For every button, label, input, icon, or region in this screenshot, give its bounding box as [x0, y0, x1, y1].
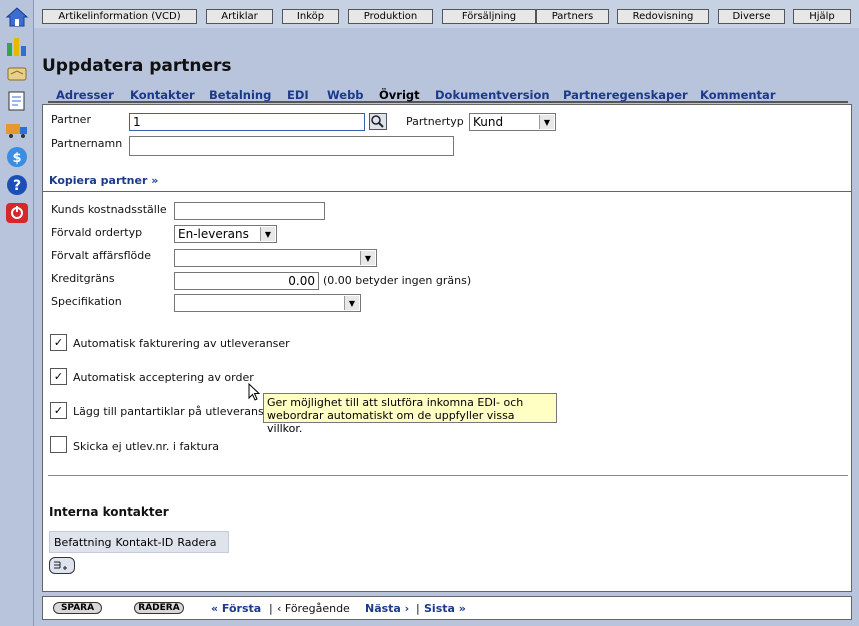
checkbox-label-auto-fakturering: Automatisk fakturering av utleveranser — [73, 337, 290, 350]
notes-icon[interactable] — [5, 90, 29, 112]
mouse-cursor-icon — [248, 382, 261, 401]
partnertyp-value: Kund — [473, 115, 504, 129]
checkbox-pantartiklar[interactable]: ✓ — [50, 402, 67, 419]
checkbox-auto-acceptering[interactable]: ✓ — [50, 368, 67, 385]
affarsflode-label: Förvalt affärsflöde — [51, 249, 152, 262]
truck-icon[interactable] — [5, 118, 29, 140]
affarsflode-select[interactable]: ▼ — [174, 249, 377, 267]
svg-text:$: $ — [12, 151, 21, 166]
tooltip-line-1: Ger möjlighet till att slutföra inkomna … — [267, 396, 524, 409]
interna-table-header: Befattning Kontakt-ID Radera — [49, 531, 229, 553]
footer-bar: SPARA RADERA « Första | ‹ Föregående Näs… — [42, 596, 852, 620]
page-title: Uppdatera partners — [42, 56, 232, 76]
chevron-down-icon: ▼ — [360, 251, 375, 265]
col-kontakt-id: Kontakt-ID — [115, 535, 174, 549]
tab-kontakter[interactable]: Kontakter — [130, 88, 195, 102]
nav-produktion[interactable]: Produktion — [348, 9, 433, 24]
tab-betalning[interactable]: Betalning — [209, 88, 271, 102]
kopiera-partner-link[interactable]: Kopiera partner » — [49, 174, 158, 187]
nav-inkop[interactable]: Inköp — [282, 9, 339, 24]
sista-link[interactable]: Sista » — [424, 602, 466, 615]
kostnadsstalle-input[interactable] — [174, 202, 325, 220]
divider — [48, 475, 848, 476]
nav-artiklar[interactable]: Artiklar — [206, 9, 273, 24]
tooltip-line-2: webordrar automatiskt om de uppfyller vi… — [267, 409, 515, 435]
sidebar: $ ? — [0, 0, 34, 626]
radera-button[interactable]: RADERA — [134, 602, 184, 614]
partner-panel: Partner 1 Partnertyp Kund ▼ Partnernamn … — [42, 104, 852, 193]
checkbox-label-auto-acceptering: Automatisk acceptering av order — [73, 371, 254, 384]
kreditgrans-input[interactable]: 0.00 — [174, 272, 319, 290]
foregaende-link[interactable]: ‹ Föregående — [277, 602, 350, 615]
nav-hjalp[interactable]: Hjälp — [793, 9, 851, 24]
kostnadsstalle-label: Kunds kostnadsställe — [51, 203, 167, 216]
nasta-link[interactable]: Nästa › — [365, 602, 409, 615]
spara-button[interactable]: SPARA — [53, 602, 102, 614]
checkbox-auto-fakturering[interactable]: ✓ — [50, 334, 67, 351]
help-icon[interactable]: ? — [5, 174, 29, 196]
specifikation-select[interactable]: ▼ — [174, 294, 361, 312]
partnernamn-input[interactable] — [129, 136, 454, 156]
home-icon[interactable] — [5, 6, 29, 28]
tab-partneregenskaper[interactable]: Partneregenskaper — [563, 88, 688, 102]
partnernamn-label: Partnernamn — [51, 137, 123, 150]
separator: | — [416, 602, 420, 615]
ordertyp-label: Förvald ordertyp — [51, 226, 143, 239]
tab-edi[interactable]: EDI — [287, 88, 309, 102]
tab-webb[interactable]: Webb — [327, 88, 364, 102]
nav-partners[interactable]: Partners — [536, 9, 609, 24]
kreditgrans-label: Kreditgräns — [51, 272, 115, 285]
ordertyp-select[interactable]: En-leverans ▼ — [174, 225, 277, 243]
ordertyp-value: En-leverans — [178, 227, 249, 241]
chart-icon[interactable] — [5, 35, 29, 57]
chevron-down-icon: ▼ — [539, 115, 554, 129]
kreditgrans-hint: (0.00 betyder ingen gräns) — [323, 274, 472, 287]
checkbox-label-skicka-ej: Skicka ej utlev.nr. i faktura — [73, 440, 220, 453]
interna-kontakter-title: Interna kontakter — [49, 505, 169, 519]
settings-panel: Kunds kostnadsställe Förvald ordertyp En… — [42, 191, 852, 592]
power-icon[interactable] — [5, 202, 29, 224]
col-befattning: Befattning — [54, 535, 112, 549]
separator: | — [269, 602, 273, 615]
partner-label: Partner — [51, 113, 91, 126]
chevron-down-icon: ▼ — [260, 227, 275, 241]
tab-dokumentversion[interactable]: Dokumentversion — [435, 88, 550, 102]
tooltip: Ger möjlighet till att slutföra inkomna … — [263, 393, 557, 435]
handshake-icon[interactable] — [5, 62, 29, 84]
chevron-down-icon: ▼ — [344, 296, 359, 310]
specifikation-label: Specifikation — [51, 295, 122, 308]
forsta-link[interactable]: « Första — [211, 602, 261, 615]
search-icon[interactable] — [369, 113, 387, 130]
nav-artikelinformation[interactable]: Artikelinformation (VCD) — [42, 9, 197, 24]
nav-forsaljning[interactable]: Försäljning — [442, 9, 536, 24]
partnertyp-select[interactable]: Kund ▼ — [469, 113, 556, 131]
nav-diverse[interactable]: Diverse — [718, 9, 785, 24]
top-menu-bar: Artikelinformation (VCD) Artiklar Inköp … — [34, 0, 859, 29]
partner-input[interactable]: 1 — [129, 113, 365, 131]
svg-text:?: ? — [13, 178, 21, 194]
add-contact-icon[interactable] — [49, 557, 75, 574]
main-content: Uppdatera partners Adresser Kontakter Be… — [34, 28, 859, 626]
tab-adresser[interactable]: Adresser — [56, 88, 114, 102]
partnertyp-label: Partnertyp — [406, 115, 464, 128]
col-radera: Radera — [177, 535, 217, 549]
tab-kommentar[interactable]: Kommentar — [700, 88, 776, 102]
dollar-icon[interactable]: $ — [5, 146, 29, 168]
checkbox-label-pantartiklar: Lägg till pantartiklar på utleveranser — [73, 405, 275, 418]
nav-redovisning[interactable]: Redovisning — [617, 9, 709, 24]
checkbox-skicka-ej[interactable] — [50, 436, 67, 453]
tab-ovrigt[interactable]: Övrigt — [379, 88, 420, 102]
